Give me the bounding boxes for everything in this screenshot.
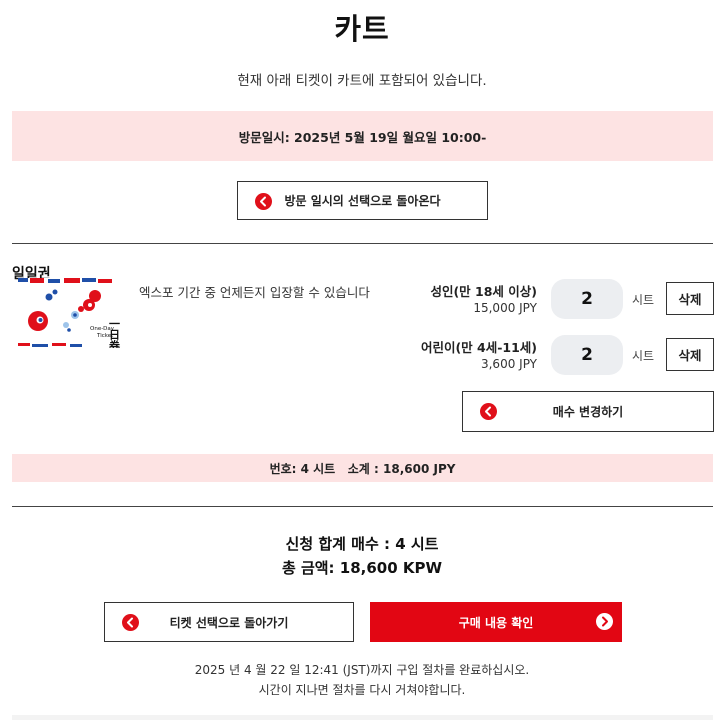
page-subtitle: 현재 아래 티켓이 카트에 포함되어 있습니다.: [237, 73, 487, 89]
change-quantity-label: 매수 변경하기: [552, 405, 624, 419]
change-quantity-button[interactable]: 매수 변경하기: [462, 391, 714, 432]
timeout-notice: 시간이 지나면 절차를 다시 거쳐야합니다.: [258, 683, 466, 697]
chevron-left-icon: [122, 614, 139, 631]
ticket-image-kanji: 一日券: [108, 318, 122, 348]
visit-datetime-banner: 방문일시: 2025년 5월 19일 월요일 10:00-: [12, 111, 713, 161]
price-category-label: 어린이(만 4세-11세): [420, 340, 537, 355]
confirm-purchase-label: 구매 내용 확인: [458, 615, 534, 630]
total-amount: 총 금액: 18,600 KPW: [281, 559, 443, 577]
visit-datetime-text: 방문일시: 2025년 5월 19일 월요일 10:00-: [238, 129, 487, 145]
page-title: 카트: [334, 12, 390, 46]
quantity-unit: 시트: [632, 293, 655, 307]
back-to-ticket-label: 티켓 선택으로 돌아가기: [169, 615, 289, 630]
chevron-right-icon: [596, 613, 613, 630]
divider: [12, 506, 713, 507]
quantity-field[interactable]: 2: [551, 279, 623, 319]
back-to-date-label: 방문 일시의 선택으로 돌아온다: [284, 194, 441, 208]
quantity-unit: 시트: [632, 349, 655, 363]
chevron-left-icon: [480, 403, 497, 420]
footer-divider: [12, 715, 713, 720]
delete-button[interactable]: 삭제: [666, 282, 714, 315]
divider: [12, 243, 713, 244]
chevron-left-icon: [255, 193, 272, 210]
price-amount: 3,600 JPY: [480, 357, 537, 371]
ticket-description: 엑스포 기간 중 언제든지 입장할 수 있습니다: [139, 285, 370, 300]
price-amount: 15,000 JPY: [473, 301, 537, 315]
price-row-adult: 성인(만 18세 이상) 15,000 JPY 2 시트 삭제: [380, 279, 714, 319]
subtotal-text: 번호: 4 시트 소계 : 18,600 JPY: [269, 461, 456, 476]
total-ticket-count: 신청 합계 매수 : 4 시트: [285, 535, 439, 553]
deadline-notice: 2025 년 4 월 22 일 12:41 (JST)까지 구입 절차를 완료하…: [194, 663, 530, 677]
quantity-field[interactable]: 2: [551, 335, 623, 375]
one-day-ticket-image: One-Day Ticket 一日券: [18, 278, 132, 352]
back-to-date-selection-button[interactable]: 방문 일시의 선택으로 돌아온다: [237, 181, 488, 220]
price-row-child: 어린이(만 4세-11세) 3,600 JPY 2 시트 삭제: [380, 335, 714, 375]
subtotal-banner: 번호: 4 시트 소계 : 18,600 JPY: [12, 454, 713, 482]
delete-button[interactable]: 삭제: [666, 338, 714, 371]
price-category-label: 성인(만 18세 이상): [430, 284, 537, 299]
confirm-purchase-button[interactable]: 구매 내용 확인: [370, 602, 622, 642]
back-to-ticket-selection-button[interactable]: 티켓 선택으로 돌아가기: [104, 602, 354, 642]
